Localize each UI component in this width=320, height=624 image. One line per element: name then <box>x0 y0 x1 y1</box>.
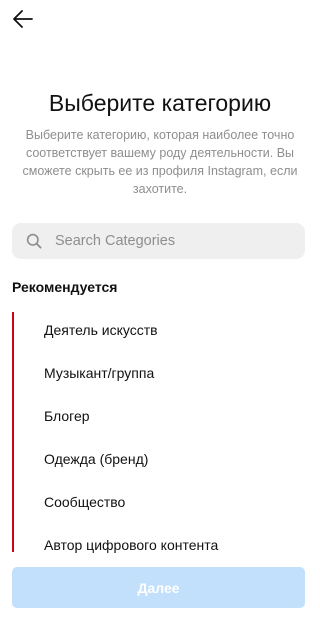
page-title: Выберите категорию <box>48 90 272 116</box>
category-label: Одежда (бренд) <box>44 450 149 467</box>
back-button[interactable] <box>8 6 38 36</box>
category-label: Автор цифрового контента <box>44 536 219 553</box>
category-list: Деятель искусств Музыкант/группа Блогер … <box>0 308 320 566</box>
category-label: Деятель искусств <box>44 321 158 338</box>
next-button[interactable]: Далее <box>12 567 305 608</box>
category-item[interactable]: Блогер <box>0 394 320 437</box>
arrow-left-icon <box>11 7 35 36</box>
search-input[interactable] <box>55 233 275 249</box>
category-item[interactable]: Автор цифрового контента <box>0 523 320 566</box>
category-item[interactable]: Деятель искусств <box>0 308 320 351</box>
category-label: Блогер <box>44 407 90 424</box>
search-bar[interactable] <box>12 223 305 259</box>
category-item[interactable]: Сообщество <box>0 480 320 523</box>
section-label-recommended: Рекомендуется <box>12 279 118 295</box>
category-label: Сообщество <box>44 493 126 510</box>
search-icon <box>25 232 43 250</box>
page-subtitle: Выберите категорию, которая наиболее точ… <box>22 128 298 196</box>
category-item[interactable]: Музыкант/группа <box>0 351 320 394</box>
category-item[interactable]: Одежда (бренд) <box>0 437 320 480</box>
category-label: Музыкант/группа <box>44 364 155 381</box>
